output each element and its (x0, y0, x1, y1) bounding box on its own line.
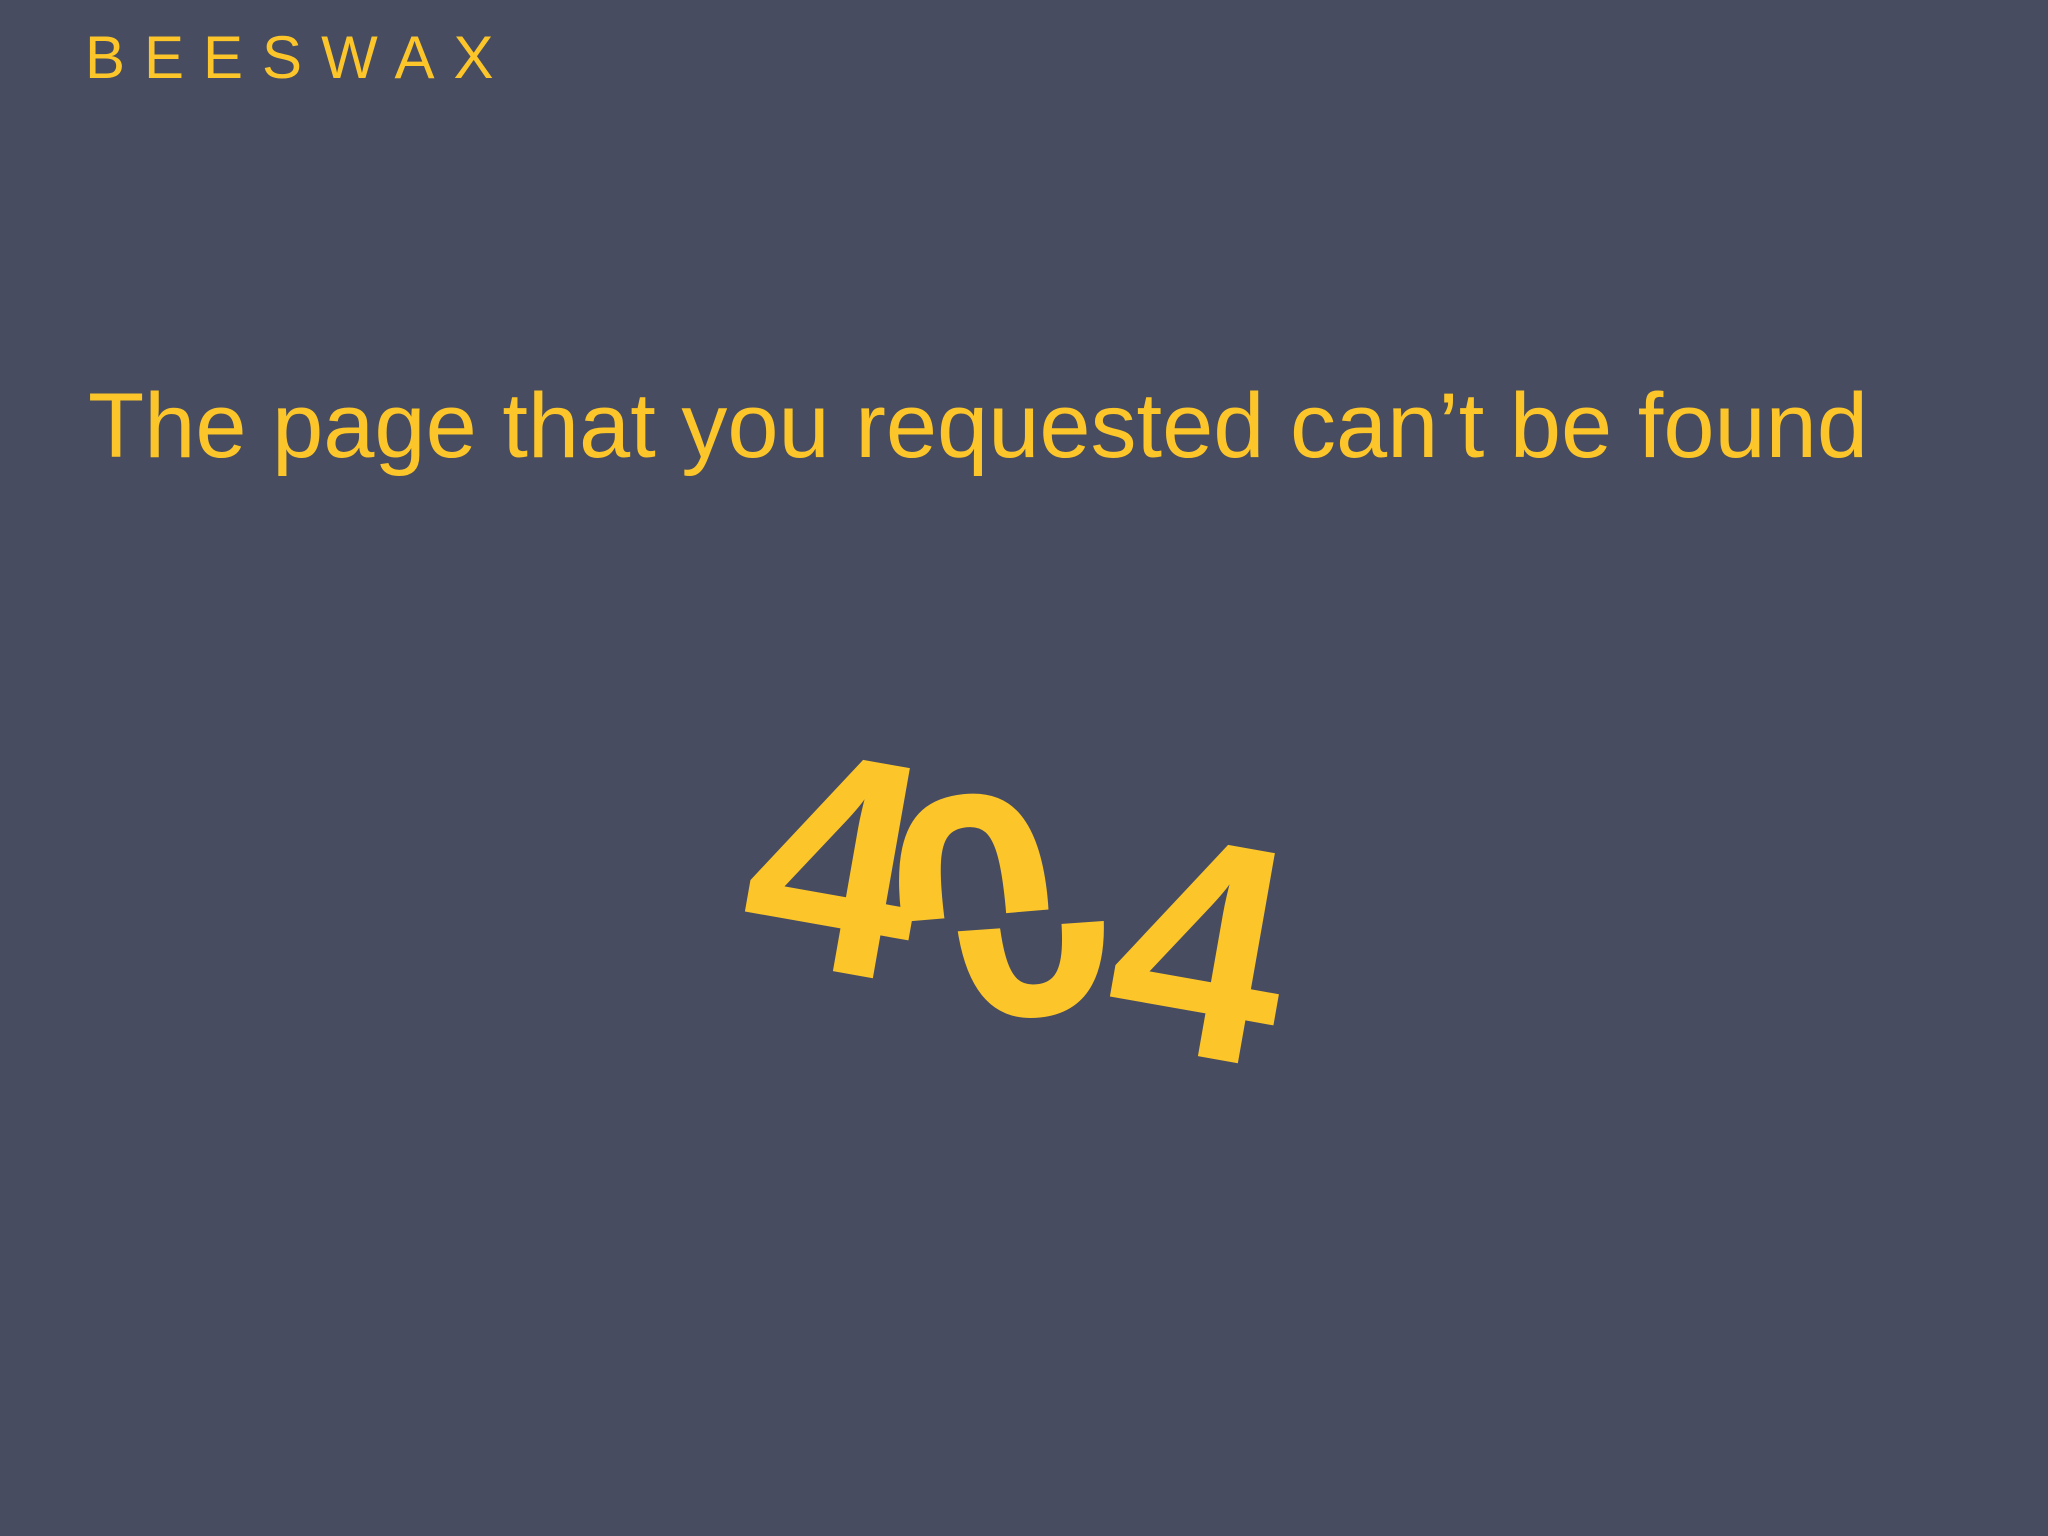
brand-logo[interactable]: BEESWAX (85, 28, 513, 88)
error-page: BEESWAX The page that you requested can’… (0, 0, 2048, 1536)
error-digit-3: 4 (1086, 762, 1318, 1100)
error-code-404: 4 0 0 4 (640, 680, 1400, 1100)
error-message: The page that you requested can’t be fou… (88, 375, 1868, 477)
